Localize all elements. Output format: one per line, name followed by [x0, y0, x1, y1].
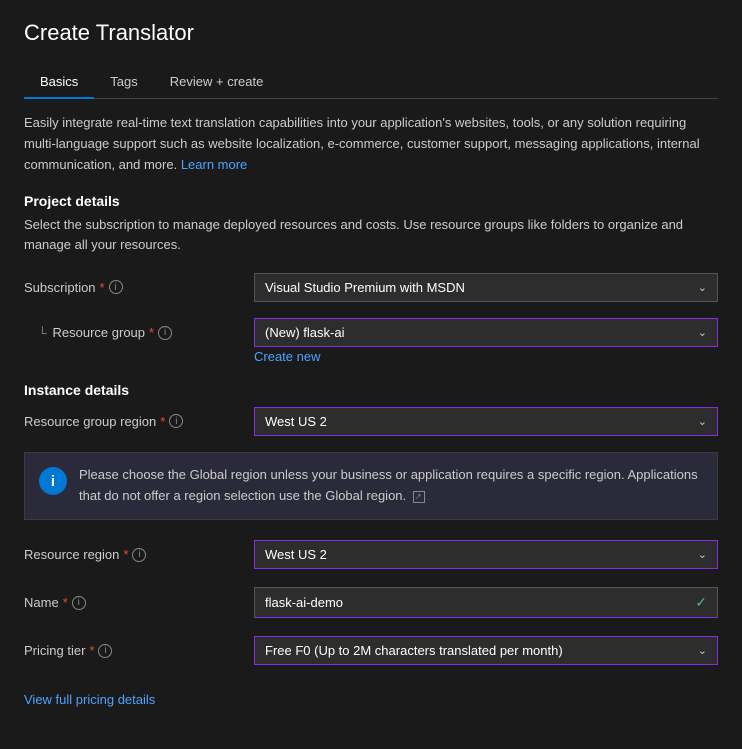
resource-group-region-info-icon[interactable]: i — [169, 414, 183, 428]
page-title: Create Translator — [24, 20, 718, 46]
resource-group-chevron-icon: ⌄ — [698, 326, 707, 339]
pricing-tier-row: Pricing tier * i Free F0 (Up to 2M chara… — [24, 634, 718, 668]
pricing-tier-chevron-icon: ⌄ — [698, 644, 707, 657]
resource-group-region-chevron-icon: ⌄ — [698, 415, 707, 428]
resource-group-region-dropdown[interactable]: West US 2 ⌄ — [254, 407, 718, 436]
subscription-row: Subscription * i Visual Studio Premium w… — [24, 270, 718, 304]
subscription-dropdown-wrapper: Visual Studio Premium with MSDN ⌄ — [254, 273, 718, 302]
tab-tags[interactable]: Tags — [94, 66, 153, 98]
info-box: i Please choose the Global region unless… — [24, 452, 718, 520]
resource-group-row: Resource group * i (New) flask-ai ⌄ — [24, 318, 718, 347]
resource-region-dropdown[interactable]: West US 2 ⌄ — [254, 540, 718, 569]
resource-group-region-required: * — [160, 414, 165, 429]
name-label: Name * i — [24, 595, 254, 610]
resource-region-dropdown-wrapper: West US 2 ⌄ — [254, 540, 718, 569]
pricing-tier-info-icon[interactable]: i — [98, 644, 112, 658]
tab-basics[interactable]: Basics — [24, 66, 94, 99]
create-new-link[interactable]: Create new — [254, 349, 718, 364]
resource-region-label: Resource region * i — [24, 547, 254, 562]
subscription-dropdown[interactable]: Visual Studio Premium with MSDN ⌄ — [254, 273, 718, 302]
learn-more-link[interactable]: Learn more — [181, 157, 247, 172]
resource-region-chevron-icon: ⌄ — [698, 548, 707, 561]
name-info-icon[interactable]: i — [72, 596, 86, 610]
resource-group-dropdown-wrapper: (New) flask-ai ⌄ — [254, 318, 718, 347]
project-details-heading: Project details — [24, 193, 718, 209]
pricing-tier-dropdown[interactable]: Free F0 (Up to 2M characters translated … — [254, 636, 718, 665]
pricing-tier-required: * — [89, 643, 94, 658]
resource-region-info-icon[interactable]: i — [132, 548, 146, 562]
resource-region-row: Resource region * i West US 2 ⌄ — [24, 538, 718, 572]
name-input-wrapper: flask-ai-demo ✓ — [254, 587, 718, 618]
name-row: Name * i flask-ai-demo ✓ — [24, 586, 718, 620]
subscription-chevron-icon: ⌄ — [698, 281, 707, 294]
info-box-text: Please choose the Global region unless y… — [79, 465, 703, 507]
resource-region-required: * — [123, 547, 128, 562]
name-required: * — [63, 595, 68, 610]
subscription-info-icon[interactable]: i — [109, 280, 123, 294]
page-container: Create Translator Basics Tags Review + c… — [0, 0, 742, 727]
resource-group-dropdown[interactable]: (New) flask-ai ⌄ — [254, 318, 718, 347]
info-box-icon: i — [39, 467, 67, 495]
resource-group-region-row: Resource group region * i West US 2 ⌄ — [24, 404, 718, 438]
instance-details-section: Instance details Resource group region *… — [24, 382, 718, 668]
subscription-label: Subscription * i — [24, 280, 254, 295]
resource-group-region-label: Resource group region * i — [24, 414, 254, 429]
project-details-desc: Select the subscription to manage deploy… — [24, 215, 718, 254]
subscription-required: * — [100, 280, 105, 295]
instance-details-heading: Instance details — [24, 382, 718, 398]
tabs-bar: Basics Tags Review + create — [24, 66, 718, 99]
pricing-tier-dropdown-wrapper: Free F0 (Up to 2M characters translated … — [254, 636, 718, 665]
resource-group-info-icon[interactable]: i — [158, 326, 172, 340]
description-text: Easily integrate real-time text translat… — [24, 113, 718, 175]
resource-group-required: * — [149, 325, 154, 340]
resource-group-region-dropdown-wrapper: West US 2 ⌄ — [254, 407, 718, 436]
view-pricing-link[interactable]: View full pricing details — [24, 692, 155, 707]
name-check-icon: ✓ — [695, 594, 707, 611]
pricing-tier-label: Pricing tier * i — [24, 643, 254, 658]
resource-group-label: Resource group * i — [24, 325, 254, 340]
external-link-icon — [413, 491, 425, 503]
tab-review-create[interactable]: Review + create — [154, 66, 280, 98]
name-input-field[interactable]: flask-ai-demo ✓ — [254, 587, 718, 618]
